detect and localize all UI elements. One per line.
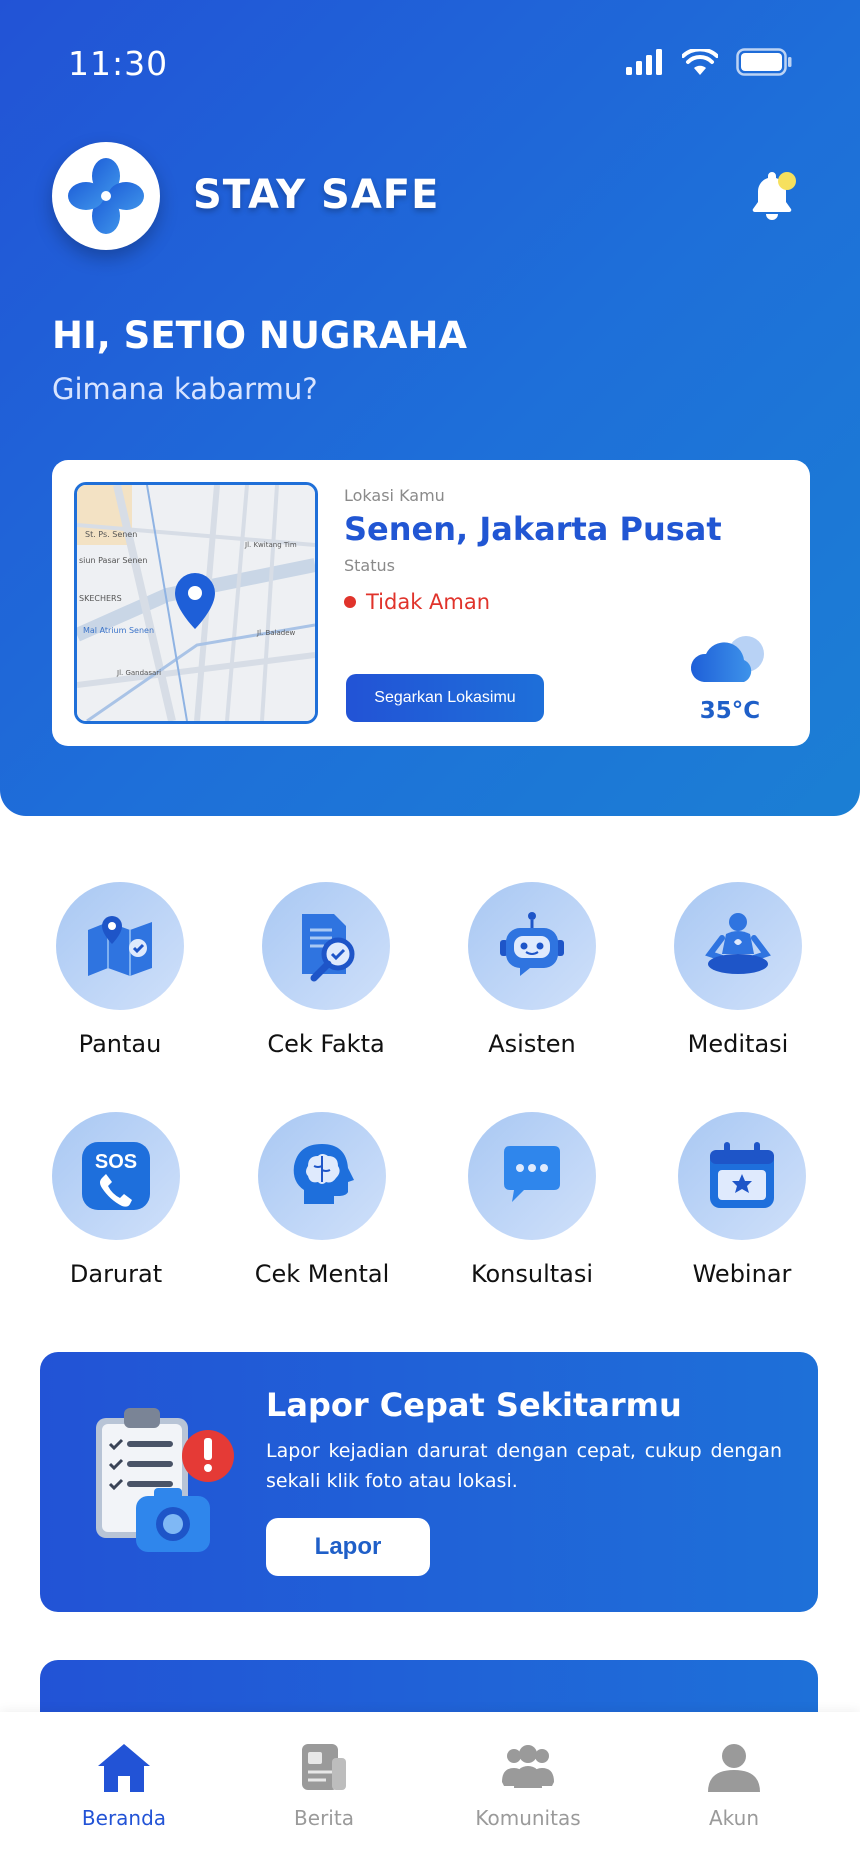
status-value: Tidak Aman: [366, 590, 491, 614]
menu-konsultasi[interactable]: Konsultasi: [442, 1112, 622, 1288]
menu-pantau[interactable]: Pantau: [30, 882, 210, 1058]
calendar-star-icon: [710, 1142, 774, 1208]
menu-konsultasi-circle: [468, 1112, 596, 1240]
menu-cek-fakta[interactable]: Cek Fakta: [236, 882, 416, 1058]
nav-berita[interactable]: Berita: [244, 1742, 404, 1830]
menu-darurat-circle: SOS: [52, 1112, 180, 1240]
cloud-icon: [690, 636, 764, 682]
temperature: 35°C: [699, 698, 761, 724]
menu-label: Asisten: [488, 1030, 576, 1058]
menu-label: Cek Mental: [254, 1260, 390, 1288]
status-indicator: Tidak Aman: [344, 590, 490, 614]
report-title: Lapor Cepat Sekitarmu: [266, 1386, 682, 1424]
menu-cek-mental[interactable]: Cek Mental: [232, 1112, 412, 1288]
menu-pantau-circle: [56, 882, 184, 1010]
community-icon: [502, 1745, 554, 1788]
status-label: Status: [344, 556, 395, 575]
menu-label: Meditasi: [687, 1030, 789, 1058]
location-name: Senen, Jakarta Pusat: [344, 510, 722, 548]
menu-meditasi-circle: [674, 882, 802, 1010]
location-card: St. Ps. Senen siun Pasar Senen SKECHERS …: [52, 460, 810, 746]
sos-phone-icon: SOS: [82, 1142, 150, 1210]
app-logo: [52, 142, 160, 250]
status-bar: 11:30: [0, 0, 860, 120]
nav-label: Komunitas: [475, 1806, 581, 1830]
menu-label: Webinar: [692, 1260, 792, 1288]
menu-darurat[interactable]: SOS Darurat: [26, 1112, 206, 1288]
nav-beranda[interactable]: Beranda: [44, 1742, 204, 1830]
quick-report-card: Lapor Cepat Sekitarmu Lapor kejadian dar…: [40, 1352, 818, 1612]
meditation-icon: [705, 913, 771, 974]
wifi-icon: [682, 49, 718, 75]
nav-label: Berita: [294, 1806, 354, 1830]
greeting-subtitle: Gimana kabarmu?: [52, 372, 318, 406]
menu-webinar[interactable]: Webinar: [652, 1112, 832, 1288]
account-icon: [708, 1744, 760, 1792]
map-label: Mal Atrium Senen: [83, 626, 154, 635]
app-title: STAY SAFE: [193, 172, 440, 218]
map-image: St. Ps. Senen siun Pasar Senen SKECHERS …: [77, 485, 315, 721]
home-icon: [98, 1744, 150, 1792]
location-label: Lokasi Kamu: [344, 486, 445, 505]
nav-akun[interactable]: Akun: [654, 1742, 814, 1830]
menu-label: Cek Fakta: [267, 1030, 385, 1058]
menu-webinar-circle: [678, 1112, 806, 1240]
location-map[interactable]: St. Ps. Senen siun Pasar Senen SKECHERS …: [74, 482, 318, 724]
map-label: Jl. Baladew: [256, 629, 296, 637]
chat-bubble-icon: [504, 1146, 560, 1202]
map-label: Jl. Gandasari: [116, 669, 161, 677]
menu-asisten-circle: [468, 882, 596, 1010]
brain-head-icon: [293, 1144, 354, 1204]
bell-icon: [752, 172, 796, 220]
clipboard-camera-icon: [96, 1408, 234, 1552]
status-time: 11:30: [68, 44, 169, 83]
bottom-navigation: Beranda Berita Komunitas Akun: [0, 1712, 860, 1864]
map-label: Jl. Kwitang Tim: [244, 541, 297, 549]
menu-label: Pantau: [78, 1030, 162, 1058]
robot-icon: [500, 912, 564, 976]
nav-label: Beranda: [81, 1806, 167, 1830]
menu-meditasi[interactable]: Meditasi: [648, 882, 828, 1058]
map-label: St. Ps. Senen: [85, 530, 137, 539]
report-description: Lapor kejadian darurat dengan cepat, cuk…: [266, 1440, 782, 1492]
document-search-icon: [302, 914, 355, 982]
menu-cek-fakta-circle: [262, 882, 390, 1010]
nav-label: Akun: [709, 1806, 759, 1830]
map-label: SKECHERS: [79, 594, 122, 603]
nav-komunitas[interactable]: Komunitas: [448, 1742, 608, 1830]
report-illustration: [90, 1404, 240, 1568]
status-icons: [626, 48, 792, 76]
map-label: siun Pasar Senen: [79, 556, 147, 565]
logo-icon: [68, 158, 144, 234]
menu-asisten[interactable]: Asisten: [442, 882, 622, 1058]
svg-text:SOS: SOS: [95, 1151, 137, 1173]
map-check-icon: [88, 916, 152, 976]
notification-button[interactable]: [748, 168, 798, 226]
menu-cek-mental-circle: [258, 1112, 386, 1240]
refresh-location-button[interactable]: Segarkan Lokasimu: [346, 674, 544, 722]
newspaper-icon: [302, 1744, 346, 1790]
weather-widget: 35°C: [680, 630, 780, 740]
signal-icon: [626, 49, 662, 75]
battery-icon: [736, 48, 792, 76]
status-dot-icon: [344, 596, 356, 608]
menu-label: Konsultasi: [470, 1260, 594, 1288]
greeting-name: HI, SETIO NUGRAHA: [52, 314, 468, 357]
report-button[interactable]: Lapor: [266, 1518, 430, 1576]
menu-label: Darurat: [69, 1260, 163, 1288]
header-panel: 11:30 STAY SAFE HI, SETIO NUGRAHA Gimana…: [0, 0, 860, 816]
